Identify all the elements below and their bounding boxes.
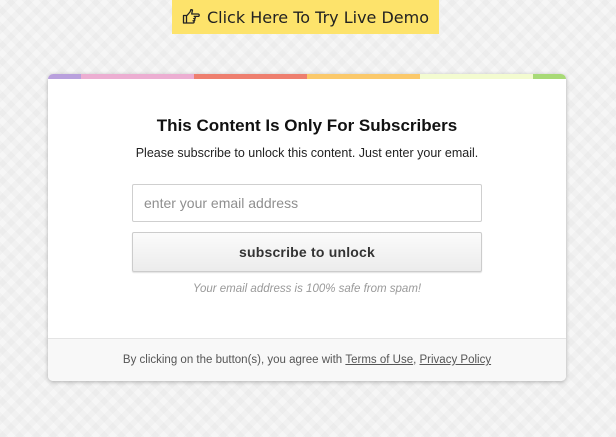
stripe-segment <box>48 74 81 79</box>
footer-prefix: By clicking on the button(s), you agree … <box>122 354 346 366</box>
stripe-segment <box>420 74 533 79</box>
subscription-locker-card: This Content Is Only For Subscribers Ple… <box>48 74 566 381</box>
live-demo-button[interactable]: Click Here To Try Live Demo <box>172 0 439 34</box>
terms-of-use-link[interactable]: Terms of Use <box>345 354 413 366</box>
locker-subtitle: Please subscribe to unlock this content.… <box>135 146 479 160</box>
stripe-segment <box>194 74 307 79</box>
terms-footer: By clicking on the button(s), you agree … <box>48 338 566 381</box>
color-stripe <box>48 74 566 79</box>
locker-title: This Content Is Only For Subscribers <box>156 116 458 135</box>
hand-pointing-right-icon <box>182 8 200 26</box>
stripe-segment <box>533 74 566 79</box>
subscribe-button[interactable]: subscribe to unlock <box>132 232 482 272</box>
spam-safe-note: Your email address is 100% safe from spa… <box>192 283 422 295</box>
live-demo-label: Click Here To Try Live Demo <box>206 7 430 27</box>
privacy-policy-link[interactable]: Privacy Policy <box>420 354 492 366</box>
email-field[interactable] <box>132 184 482 222</box>
stripe-segment <box>307 74 420 79</box>
stripe-segment <box>81 74 194 79</box>
